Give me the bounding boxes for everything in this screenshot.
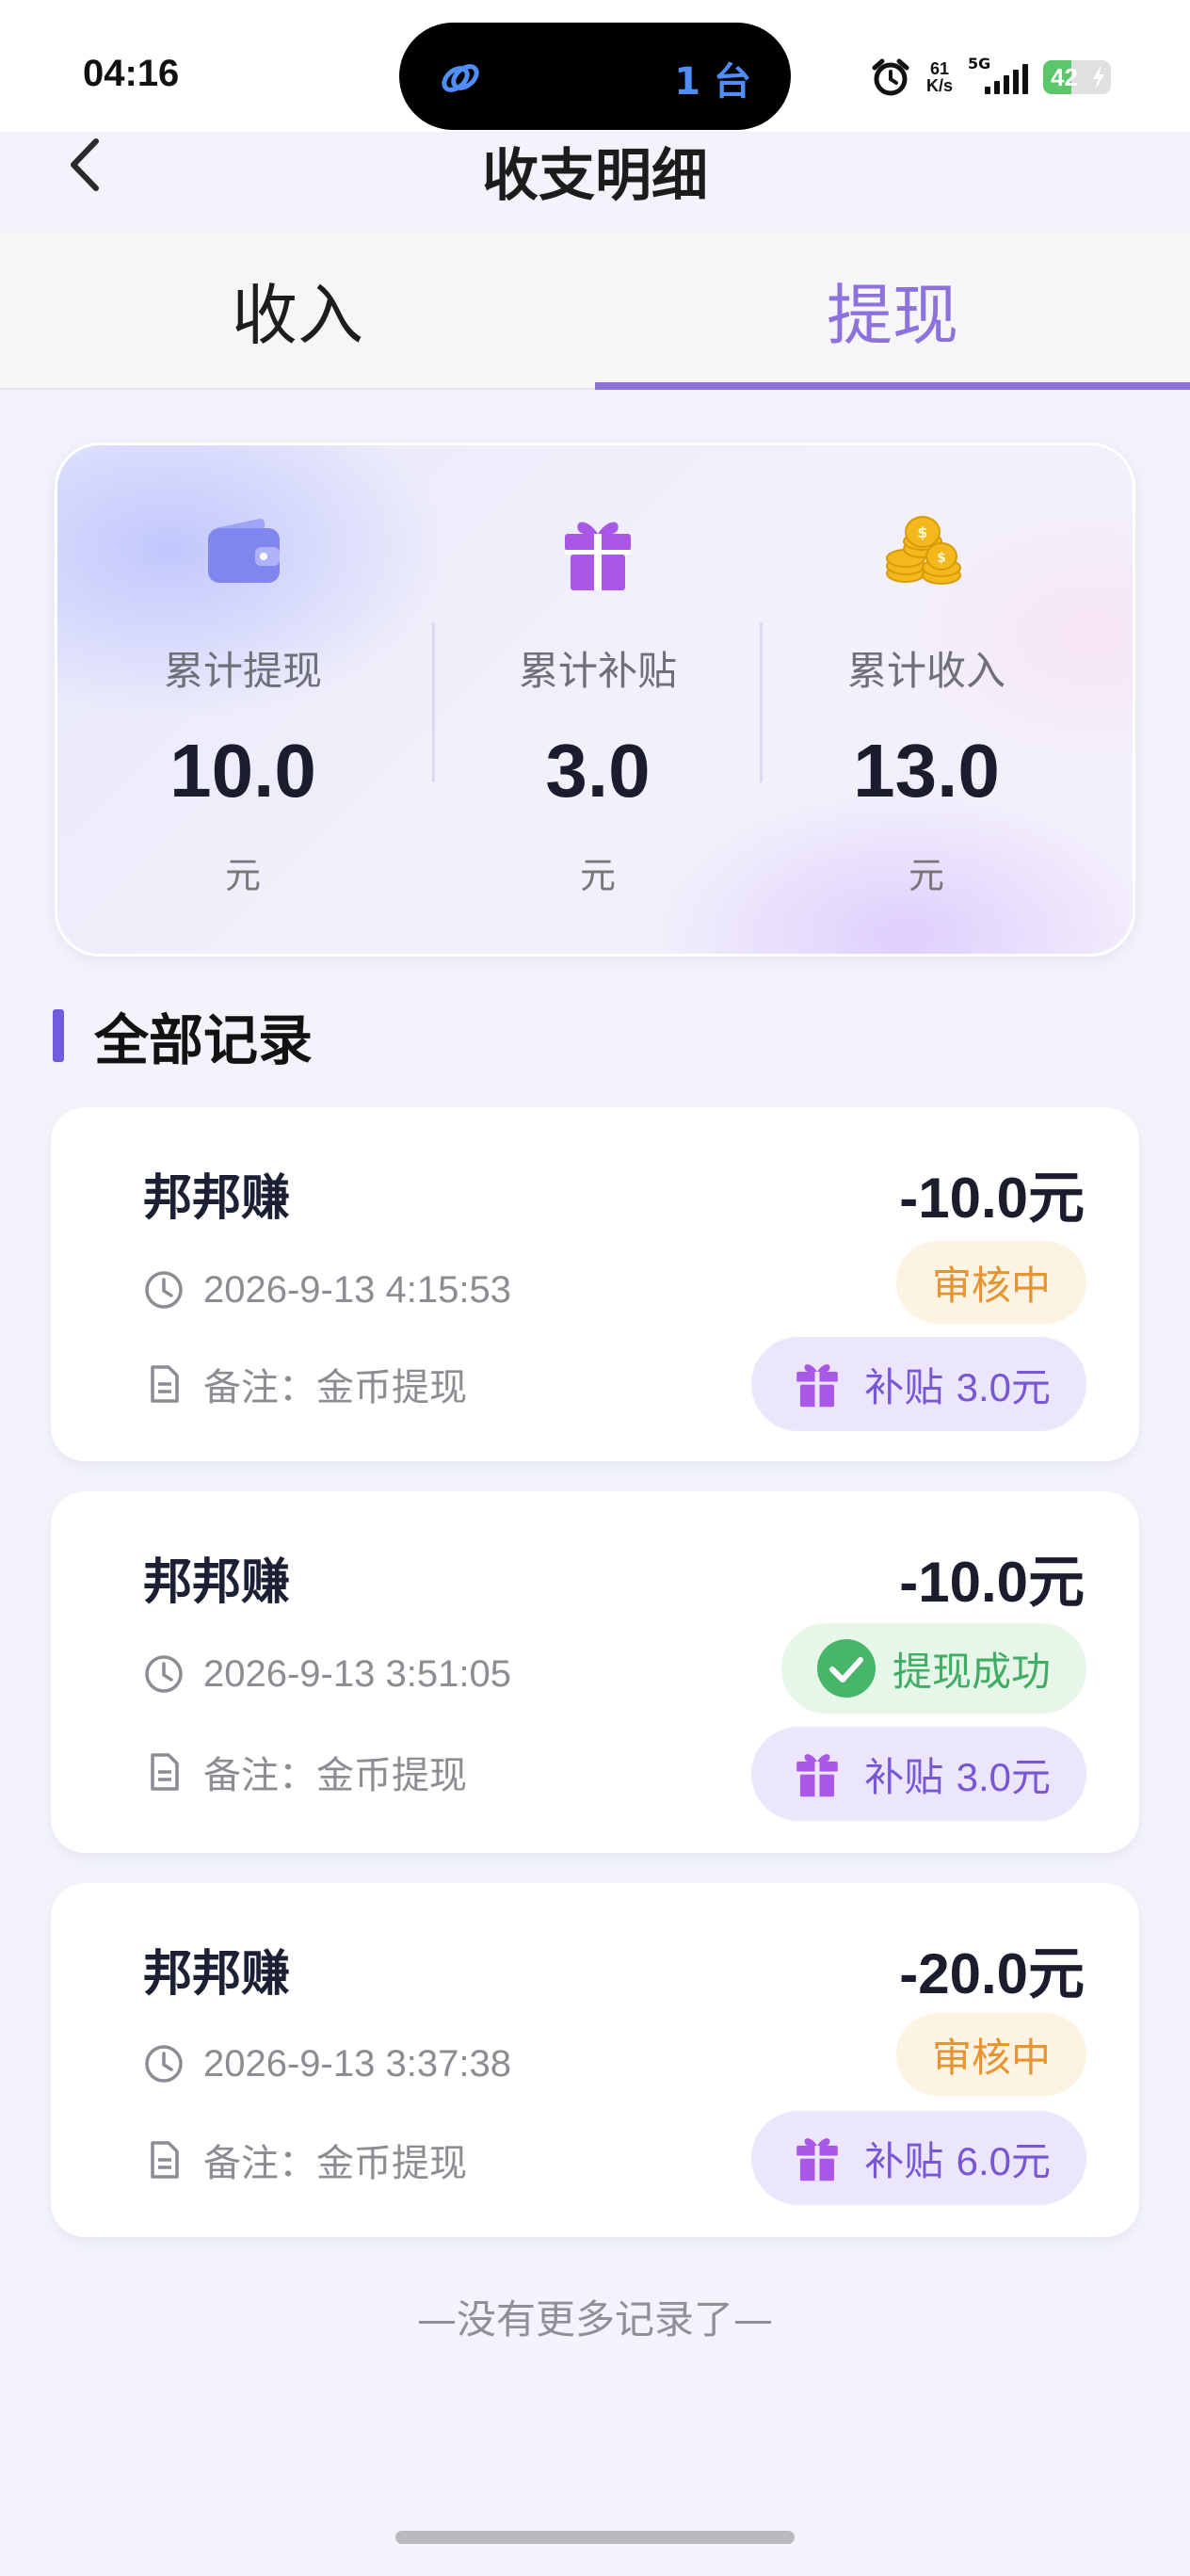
document-icon xyxy=(151,1365,179,1403)
no-more-records: —没有更多记录了— xyxy=(416,2296,773,2343)
tab-bar: 收入 提现 xyxy=(0,232,1190,390)
document-icon xyxy=(151,1753,179,1791)
link-icon xyxy=(442,64,479,92)
clock-icon xyxy=(145,2045,183,2083)
status-badge: 审核中 xyxy=(895,1241,1086,1324)
subsidy-badge: 补贴 6.0元 xyxy=(751,2111,1086,2205)
svg-text:$: $ xyxy=(917,523,927,541)
summary-card: 累计提现 10.0 元 累计补贴 3.0 元 $ $ 累计收入 13.0 元 xyxy=(55,443,1135,957)
section-title: 全部记录 xyxy=(53,1000,313,1072)
check-circle-icon xyxy=(816,1639,876,1698)
page-title: 收支明细 xyxy=(482,143,708,209)
gift-icon xyxy=(565,522,631,590)
clock-icon xyxy=(145,1655,183,1693)
gift-icon xyxy=(796,1754,839,1797)
tab-income[interactable]: 收入 xyxy=(0,232,595,388)
record-note-prefix: 备注： xyxy=(203,1366,316,1409)
stat-total-income: $ $ 累计收入 13.0 元 xyxy=(762,445,1091,959)
record-time-line: 2026-9-13 4:15:53 xyxy=(143,1262,511,1318)
record-time: 2026-9-13 4:15:53 xyxy=(203,1268,511,1311)
charging-bolt-icon xyxy=(1093,66,1104,89)
record-title: 邦邦赚 xyxy=(143,1170,291,1227)
record-note-line: 备注： 金币提现 xyxy=(143,1744,467,1800)
record-note-prefix: 备注： xyxy=(203,1754,316,1797)
signal-icon: 5G xyxy=(968,55,1028,96)
record-title: 邦邦赚 xyxy=(143,1946,291,2003)
status-badge: 审核中 xyxy=(895,2013,1086,2096)
gift-icon xyxy=(796,2138,839,2182)
home-indicator[interactable] xyxy=(395,2531,795,2544)
subsidy-badge: 补贴 3.0元 xyxy=(751,1337,1086,1431)
stat-total-withdraw: 累计提现 10.0 元 xyxy=(78,445,408,959)
record-note-line: 备注： 金币提现 xyxy=(143,1356,467,1412)
status-badge: 提现成功 xyxy=(780,1623,1086,1714)
record-time-line: 2026-9-13 3:51:05 xyxy=(143,1646,511,1702)
record-note: 金币提现 xyxy=(316,2142,467,2185)
record-time: 2026-9-13 3:51:05 xyxy=(203,1652,511,1695)
record-note-prefix: 备注： xyxy=(203,2142,316,2185)
alarm-icon xyxy=(872,58,909,96)
record-amount: -10.0元 xyxy=(899,1167,1085,1230)
coins-icon: $ $ xyxy=(886,516,961,585)
subsidy-badge: 补贴 3.0元 xyxy=(751,1727,1086,1821)
record-note-line: 备注： 金币提现 xyxy=(143,2132,467,2188)
net-speed: 61 K/s xyxy=(925,59,953,95)
status-time: 04:16 xyxy=(83,53,180,94)
gift-icon xyxy=(796,1364,839,1408)
status-indicators: 61 K/s 5G 42 xyxy=(870,55,1111,100)
dynamic-island[interactable]: 1 台 xyxy=(399,23,791,130)
record-time: 2026-9-13 3:37:38 xyxy=(203,2042,511,2085)
wallet-icon xyxy=(208,518,280,583)
clock-icon xyxy=(145,1271,183,1309)
record-note: 金币提现 xyxy=(316,1366,467,1409)
section-accent-bar xyxy=(53,1009,64,1062)
record-card[interactable]: 邦邦赚 -10.0元 2026-9-13 4:15:53 备注： 金币提现 审核中… xyxy=(51,1107,1139,1461)
record-card[interactable]: 邦邦赚 -10.0元 2026-9-13 3:51:05 备注： 金币提现 提现成… xyxy=(51,1491,1139,1853)
record-card[interactable]: 邦邦赚 -20.0元 2026-9-13 3:37:38 备注： 金币提现 审核中… xyxy=(51,1883,1139,2237)
battery-icon: 42 xyxy=(1043,60,1111,94)
record-title: 邦邦赚 xyxy=(143,1554,291,1611)
tab-withdraw[interactable]: 提现 xyxy=(595,232,1190,390)
record-amount: -10.0元 xyxy=(899,1551,1085,1614)
svg-text:$: $ xyxy=(937,551,946,566)
status-bar: 04:16 1 台 61 K/s 5G 42 xyxy=(0,0,1190,132)
record-note: 金币提现 xyxy=(316,1754,467,1797)
record-time-line: 2026-9-13 3:37:38 xyxy=(143,2036,511,2092)
document-icon xyxy=(151,2141,179,2179)
withdraw-records-page: 04:16 1 台 61 K/s 5G 42 收支明细 收入 提现 累计提现 1… xyxy=(0,0,1190,2576)
record-amount: -20.0元 xyxy=(899,1942,1085,2005)
island-device-count: 1 台 xyxy=(674,60,751,104)
stat-total-subsidy: 累计补贴 3.0 元 xyxy=(433,445,763,959)
